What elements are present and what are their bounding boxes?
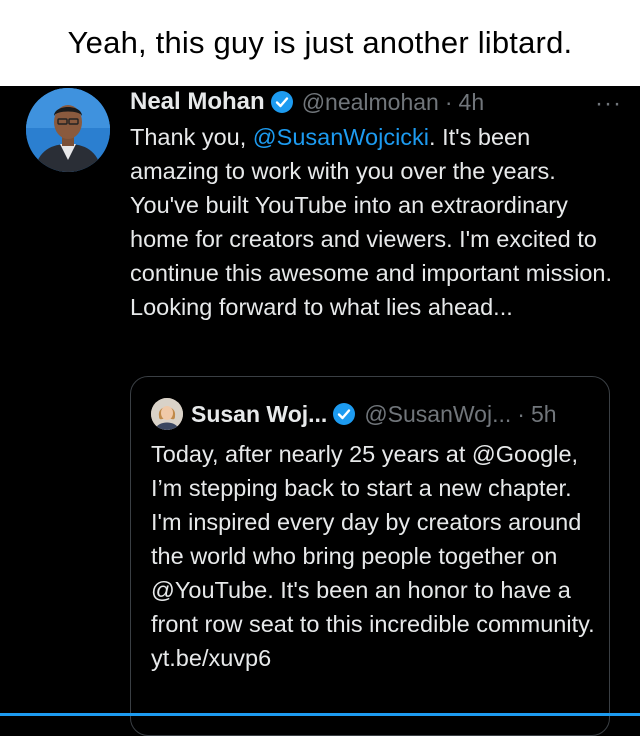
- author-handle[interactable]: @nealmohan: [302, 89, 439, 116]
- quoted-author-avatar[interactable]: [151, 398, 183, 430]
- tweet-timestamp[interactable]: 4h: [459, 89, 485, 116]
- tweet-header: Neal Mohan @nealmohan · 4h: [130, 86, 610, 118]
- tweet-text-prefix: Thank you,: [130, 124, 253, 150]
- tweet-card[interactable]: Neal Mohan @nealmohan · 4h ··· Thank you…: [0, 86, 640, 736]
- meme-caption: Yeah, this guy is just another libtard.: [0, 0, 640, 86]
- mention-link[interactable]: @SusanWojcicki: [253, 124, 429, 150]
- quoted-tweet-header: Susan Woj... @SusanWoj... · 5h: [151, 397, 557, 431]
- header-separator: ·: [444, 88, 453, 115]
- quoted-author-handle[interactable]: @SusanWoj...: [364, 401, 511, 428]
- quoted-tweet-timestamp[interactable]: 5h: [531, 401, 557, 428]
- author-avatar[interactable]: [26, 88, 110, 172]
- more-options-icon[interactable]: ···: [595, 90, 622, 118]
- quoted-header-separator: ·: [517, 400, 525, 427]
- verified-badge-icon: [270, 91, 293, 113]
- quoted-tweet-text: Today, after nearly 25 years at @Google,…: [151, 441, 595, 671]
- quoted-author-name[interactable]: Susan Woj...: [191, 401, 327, 428]
- author-name[interactable]: Neal Mohan: [130, 88, 265, 116]
- quoted-tweet[interactable]: Susan Woj... @SusanWoj... · 5h Today, af…: [130, 376, 610, 736]
- tweet-text-suffix: . It's been amazing to work with you ove…: [130, 124, 612, 320]
- verified-badge-icon: [333, 403, 356, 425]
- tweet-text: Thank you, @SusanWojcicki. It's been ama…: [130, 120, 620, 324]
